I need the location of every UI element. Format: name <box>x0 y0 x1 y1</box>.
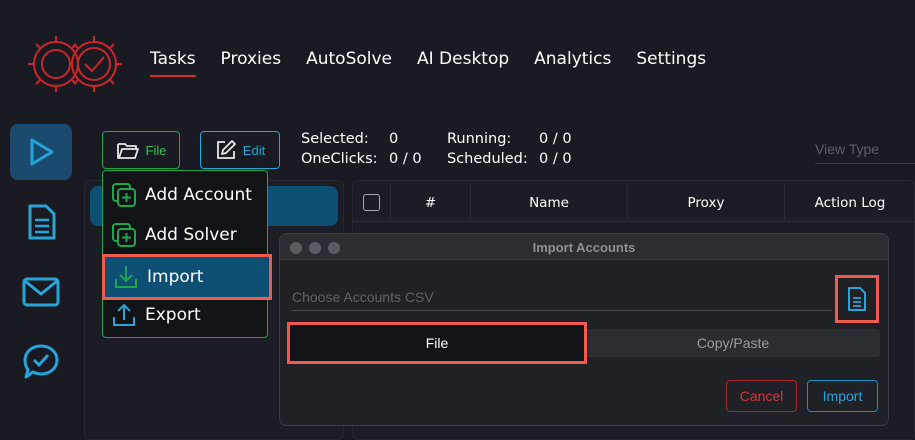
nav-tab-settings[interactable]: Settings <box>636 49 706 77</box>
sidebar <box>0 118 84 440</box>
mail-icon <box>22 277 60 307</box>
menu-item-label: Add Account <box>145 185 252 205</box>
play-icon <box>30 138 54 166</box>
menu-item-export[interactable]: Export <box>103 295 267 335</box>
select-all-checkbox[interactable] <box>363 194 380 211</box>
import-mode-copy-paste-tab[interactable]: Copy/Paste <box>586 329 880 357</box>
import-accounts-dialog: Import Accounts Choose Accounts CSV File… <box>279 233 889 426</box>
table-header: # Name Proxy Action Log <box>353 183 915 222</box>
scheduled-label: Scheduled: <box>447 151 528 167</box>
cancel-button[interactable]: Cancel <box>726 380 797 412</box>
nav-tab-ai-desktop[interactable]: AI Desktop <box>417 49 509 77</box>
import-mode-file-tab[interactable]: File <box>287 322 587 364</box>
app-logo <box>28 36 122 92</box>
nav-tab-autosolve[interactable]: AutoSolve <box>306 49 392 77</box>
document-icon <box>28 204 56 240</box>
file-menu: Add Account Add Solver Import Export <box>102 170 272 338</box>
folder-icon <box>116 143 139 159</box>
oneclicks-label: OneClicks: <box>301 151 378 167</box>
column-header[interactable]: Action Log <box>785 184 915 222</box>
sidebar-item-tasks[interactable] <box>10 124 72 180</box>
running-value: 0 / 0 <box>539 131 572 147</box>
menu-item-label: Export <box>145 305 201 325</box>
nav-tab-analytics[interactable]: Analytics <box>534 49 611 77</box>
main-nav: Tasks Proxies AutoSolve AI Desktop Analy… <box>150 49 731 77</box>
menu-item-import[interactable]: Import <box>102 254 272 300</box>
selected-value: 0 <box>389 131 399 147</box>
menu-item-add-account[interactable]: Add Account <box>103 175 267 215</box>
export-icon <box>113 303 135 326</box>
edit-icon <box>216 140 236 159</box>
sidebar-item-documents[interactable] <box>10 194 72 250</box>
menu-item-label: Add Solver <box>145 225 237 245</box>
column-header[interactable]: # <box>391 183 471 222</box>
import-icon <box>115 266 137 288</box>
edit-button[interactable]: Edit <box>200 131 280 169</box>
running-label: Running: <box>447 131 512 147</box>
stats-right: Running: 0 / 0 Scheduled: 0 / 0 <box>447 129 572 169</box>
file-button-label: File <box>145 142 167 158</box>
edit-button-label: Edit <box>242 142 266 158</box>
browse-csv-button[interactable] <box>835 275 879 323</box>
menu-item-add-solver[interactable]: Add Solver <box>103 215 267 255</box>
csv-path-input[interactable]: Choose Accounts CSV <box>292 289 832 311</box>
file-button[interactable]: File <box>102 131 180 169</box>
add-solver-icon <box>112 223 136 247</box>
add-account-icon <box>112 183 136 207</box>
sidebar-item-mail[interactable] <box>10 264 72 320</box>
document-icon <box>848 287 866 311</box>
column-header[interactable]: Proxy <box>628 183 785 222</box>
dialog-title: Import Accounts <box>532 240 636 255</box>
dialog-titlebar: Import Accounts <box>280 234 888 260</box>
oneclicks-value: 0 / 0 <box>389 151 422 167</box>
selected-label: Selected: <box>301 131 369 147</box>
nav-tab-proxies[interactable]: Proxies <box>221 49 282 77</box>
view-type-select[interactable]: View Type <box>815 141 915 164</box>
import-button[interactable]: Import <box>807 380 878 412</box>
chat-check-icon <box>23 344 59 379</box>
view-type-placeholder: View Type <box>815 141 880 157</box>
column-header[interactable]: Name <box>471 183 628 222</box>
menu-item-label: Import <box>147 267 204 287</box>
select-all-cell <box>353 183 391 222</box>
csv-path-placeholder: Choose Accounts CSV <box>292 289 434 305</box>
nav-tab-tasks[interactable]: Tasks <box>150 49 196 77</box>
scheduled-value: 0 / 0 <box>539 151 572 167</box>
stats-left: Selected: 0 OneClicks: 0 / 0 <box>301 129 422 169</box>
sidebar-item-chat[interactable] <box>10 334 72 390</box>
